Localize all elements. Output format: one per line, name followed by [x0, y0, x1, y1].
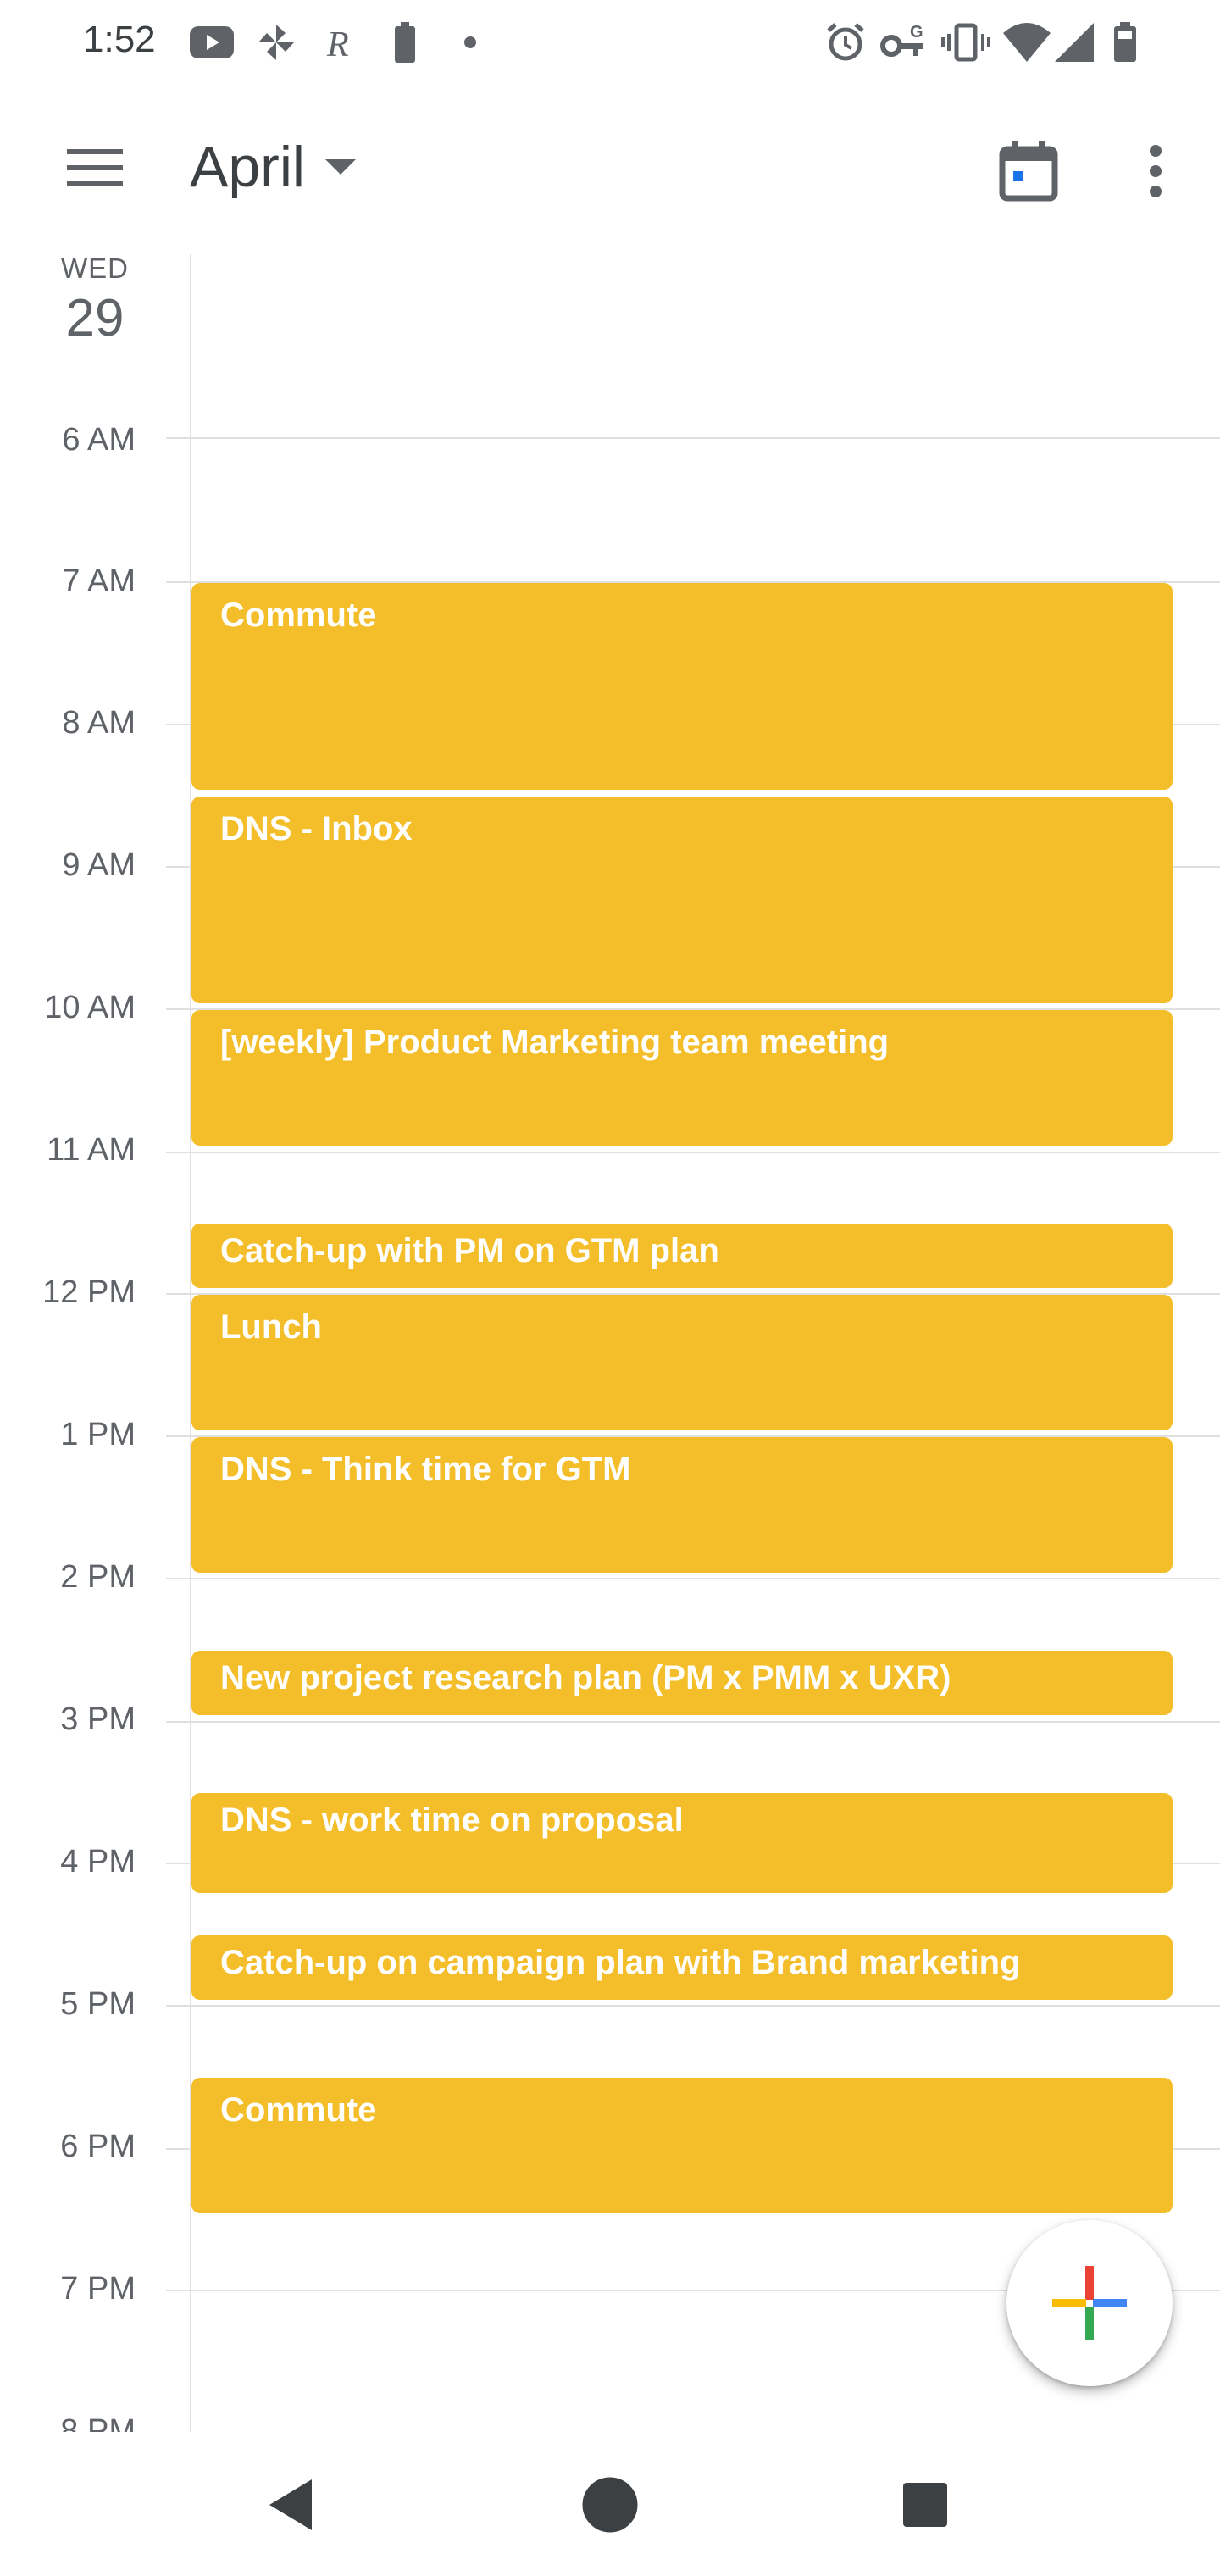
hour-label: 6 AM: [62, 422, 136, 458]
dot-icon: [458, 19, 483, 66]
month-selector[interactable]: April: [190, 134, 357, 200]
hour-line: [166, 1578, 1220, 1579]
event-catch-up-brand-marketing[interactable]: Catch-up on campaign plan with Brand mar…: [191, 1935, 1173, 2000]
hour-label: 12 PM: [42, 1274, 136, 1310]
hour-line: [166, 2005, 1220, 2007]
calendar-today-icon[interactable]: [991, 134, 1066, 208]
home-icon[interactable]: [568, 2462, 652, 2547]
status-bar: 1:52 R G: [0, 0, 1220, 85]
event-new-project-research[interactable]: New project research plan (PM x PMM x UX…: [191, 1651, 1173, 1715]
hour-label: 1 PM: [60, 1417, 136, 1452]
hour-label: 4 PM: [60, 1844, 136, 1879]
add-plus-icon: [1052, 2266, 1127, 2340]
navigation-bar: [0, 2432, 1220, 2576]
app-bar: April: [0, 85, 1220, 251]
hour-label: 6 PM: [60, 2129, 136, 2164]
status-time: 1:52: [83, 19, 156, 60]
event-product-marketing-meeting[interactable]: [weekly] Product Marketing team meeting: [191, 1010, 1173, 1146]
event-commute-morning[interactable]: Commute: [191, 583, 1173, 790]
svg-text:R: R: [326, 25, 349, 61]
hour-label: 2 PM: [60, 1559, 136, 1595]
hour-label: 5 PM: [60, 1986, 136, 2022]
event-catch-up-pm-gtm[interactable]: Catch-up with PM on GTM plan: [191, 1224, 1173, 1288]
hour-label: 8 AM: [62, 705, 136, 741]
svg-text:G: G: [910, 23, 923, 42]
hour-label: 9 AM: [62, 847, 136, 883]
pinwheel-icon: [252, 19, 300, 66]
add-event-button[interactable]: [1006, 2220, 1173, 2386]
event-dns-inbox[interactable]: DNS - Inbox: [191, 797, 1173, 1003]
hour-label: 7 PM: [60, 2271, 136, 2307]
battery-saver-icon: [390, 19, 420, 66]
hour-label: 3 PM: [60, 1702, 136, 1737]
event-commute-evening[interactable]: Commute: [191, 2078, 1173, 2213]
youtube-icon: [188, 19, 236, 66]
month-title: April: [190, 135, 306, 199]
day-weekday: WED: [61, 253, 129, 284]
back-icon[interactable]: [249, 2462, 334, 2547]
hour-line: [166, 437, 1220, 439]
hour-line: [166, 1721, 1220, 1723]
wifi-icon: [1003, 19, 1051, 66]
vpn-key-icon: G: [878, 19, 932, 66]
event-dns-work-time[interactable]: DNS - work time on proposal: [191, 1793, 1173, 1893]
event-dns-think-time[interactable]: DNS - Think time for GTM: [191, 1437, 1173, 1573]
event-lunch[interactable]: Lunch: [191, 1295, 1173, 1430]
r-logo-icon: R: [317, 19, 364, 66]
hour-label: 7 AM: [62, 564, 136, 599]
day-date: 29: [65, 289, 125, 347]
battery-icon: [1110, 19, 1140, 66]
more-vert-icon[interactable]: [1118, 134, 1193, 208]
hour-label: 10 AM: [44, 990, 136, 1025]
signal-icon: [1051, 19, 1098, 66]
day-header[interactable]: WED 29: [0, 251, 1220, 429]
recents-icon[interactable]: [883, 2462, 968, 2547]
alarm-icon: [822, 19, 869, 66]
chevron-down-icon: [325, 159, 357, 175]
vibrate-icon: [939, 19, 993, 66]
hour-label: 11 AM: [47, 1132, 136, 1168]
hour-line: [166, 1152, 1220, 1153]
hamburger-menu-icon[interactable]: [59, 136, 130, 200]
